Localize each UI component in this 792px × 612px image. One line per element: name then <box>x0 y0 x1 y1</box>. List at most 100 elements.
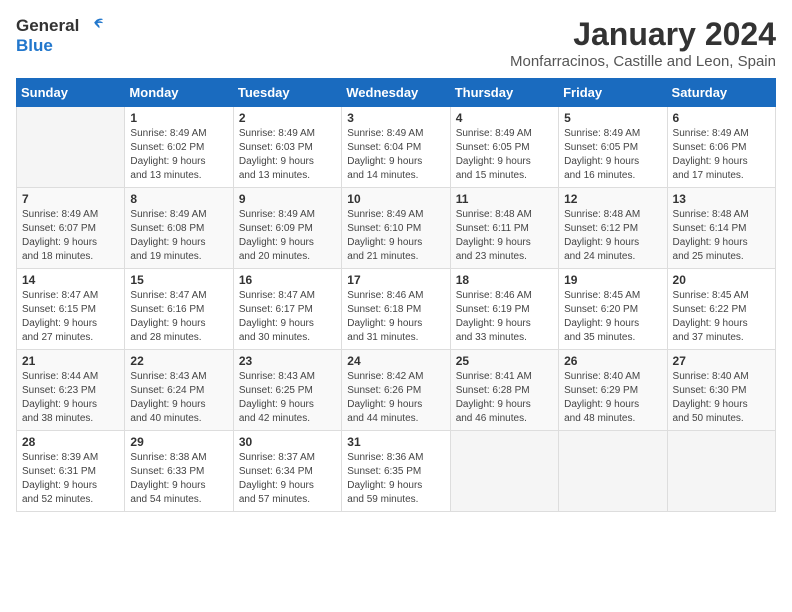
day-info: Sunrise: 8:49 AMSunset: 6:08 PMDaylight:… <box>130 208 227 264</box>
logo-bird-icon <box>81 17 103 35</box>
day-info: Sunrise: 8:46 AMSunset: 6:19 PMDaylight:… <box>456 289 553 345</box>
week-row-1: 1 Sunrise: 8:49 AMSunset: 6:02 PMDaylight… <box>17 107 776 188</box>
calendar-cell: 27 Sunrise: 8:40 AMSunset: 6:30 PMDayligh… <box>667 350 775 431</box>
logo-general: General <box>16 16 79 36</box>
calendar-cell: 26 Sunrise: 8:40 AMSunset: 6:29 PMDayligh… <box>559 350 667 431</box>
day-number: 9 <box>239 192 336 206</box>
day-info: Sunrise: 8:40 AMSunset: 6:29 PMDaylight:… <box>564 370 661 426</box>
day-info: Sunrise: 8:49 AMSunset: 6:06 PMDaylight:… <box>673 127 770 183</box>
calendar-cell: 23 Sunrise: 8:43 AMSunset: 6:25 PMDayligh… <box>233 350 341 431</box>
day-info: Sunrise: 8:48 AMSunset: 6:11 PMDaylight:… <box>456 208 553 264</box>
calendar-cell: 11 Sunrise: 8:48 AMSunset: 6:11 PMDayligh… <box>450 188 558 269</box>
logo: General Blue <box>16 16 103 56</box>
day-number: 10 <box>347 192 444 206</box>
day-info: Sunrise: 8:49 AMSunset: 6:07 PMDaylight:… <box>22 208 119 264</box>
calendar-cell: 22 Sunrise: 8:43 AMSunset: 6:24 PMDayligh… <box>125 350 233 431</box>
weekday-header-friday: Friday <box>559 79 667 107</box>
week-row-2: 7 Sunrise: 8:49 AMSunset: 6:07 PMDaylight… <box>17 188 776 269</box>
day-number: 14 <box>22 273 119 287</box>
title-area: January 2024 Monfarracinos, Castille and… <box>510 16 776 70</box>
day-info: Sunrise: 8:43 AMSunset: 6:25 PMDaylight:… <box>239 370 336 426</box>
day-info: Sunrise: 8:47 AMSunset: 6:17 PMDaylight:… <box>239 289 336 345</box>
calendar-cell: 25 Sunrise: 8:41 AMSunset: 6:28 PMDayligh… <box>450 350 558 431</box>
day-number: 15 <box>130 273 227 287</box>
calendar-cell: 15 Sunrise: 8:47 AMSunset: 6:16 PMDayligh… <box>125 269 233 350</box>
weekday-header-tuesday: Tuesday <box>233 79 341 107</box>
day-number: 22 <box>130 354 227 368</box>
day-info: Sunrise: 8:44 AMSunset: 6:23 PMDaylight:… <box>22 370 119 426</box>
day-info: Sunrise: 8:45 AMSunset: 6:20 PMDaylight:… <box>564 289 661 345</box>
calendar-cell: 12 Sunrise: 8:48 AMSunset: 6:12 PMDayligh… <box>559 188 667 269</box>
day-info: Sunrise: 8:47 AMSunset: 6:15 PMDaylight:… <box>22 289 119 345</box>
day-info: Sunrise: 8:40 AMSunset: 6:30 PMDaylight:… <box>673 370 770 426</box>
day-number: 16 <box>239 273 336 287</box>
weekday-header-row: SundayMondayTuesdayWednesdayThursdayFrid… <box>17 79 776 107</box>
calendar-cell: 13 Sunrise: 8:48 AMSunset: 6:14 PMDayligh… <box>667 188 775 269</box>
calendar-table: SundayMondayTuesdayWednesdayThursdayFrid… <box>16 78 776 512</box>
calendar-cell <box>450 431 558 512</box>
day-number: 3 <box>347 111 444 125</box>
weekday-header-monday: Monday <box>125 79 233 107</box>
day-info: Sunrise: 8:36 AMSunset: 6:35 PMDaylight:… <box>347 451 444 507</box>
day-number: 5 <box>564 111 661 125</box>
calendar-cell: 2Sunrise: 8:49 AMSunset: 6:03 PMDaylight… <box>233 107 341 188</box>
day-info: Sunrise: 8:46 AMSunset: 6:18 PMDaylight:… <box>347 289 444 345</box>
day-number: 27 <box>673 354 770 368</box>
day-info: Sunrise: 8:43 AMSunset: 6:24 PMDaylight:… <box>130 370 227 426</box>
day-number: 28 <box>22 435 119 449</box>
day-number: 17 <box>347 273 444 287</box>
week-row-5: 28Sunrise: 8:39 AMSunset: 6:31 PMDayligh… <box>17 431 776 512</box>
day-info: Sunrise: 8:41 AMSunset: 6:28 PMDaylight:… <box>456 370 553 426</box>
day-number: 29 <box>130 435 227 449</box>
calendar-cell: 21 Sunrise: 8:44 AMSunset: 6:23 PMDayligh… <box>17 350 125 431</box>
day-info: Sunrise: 8:49 AMSunset: 6:04 PMDaylight:… <box>347 127 444 183</box>
day-number: 6 <box>673 111 770 125</box>
day-info: Sunrise: 8:45 AMSunset: 6:22 PMDaylight:… <box>673 289 770 345</box>
day-number: 25 <box>456 354 553 368</box>
day-number: 26 <box>564 354 661 368</box>
day-number: 24 <box>347 354 444 368</box>
day-number: 11 <box>456 192 553 206</box>
calendar-cell: 16 Sunrise: 8:47 AMSunset: 6:17 PMDayligh… <box>233 269 341 350</box>
day-info: Sunrise: 8:49 AMSunset: 6:05 PMDaylight:… <box>456 127 553 183</box>
page-header: General Blue January 2024 Monfarracinos,… <box>16 16 776 70</box>
calendar-cell: 14 Sunrise: 8:47 AMSunset: 6:15 PMDayligh… <box>17 269 125 350</box>
calendar-cell: 5 Sunrise: 8:49 AMSunset: 6:05 PMDaylight… <box>559 107 667 188</box>
logo-blue: Blue <box>16 36 53 56</box>
day-number: 31 <box>347 435 444 449</box>
calendar-cell: 31 Sunrise: 8:36 AMSunset: 6:35 PMDayligh… <box>342 431 450 512</box>
day-number: 8 <box>130 192 227 206</box>
calendar-cell: 1 Sunrise: 8:49 AMSunset: 6:02 PMDaylight… <box>125 107 233 188</box>
calendar-cell <box>559 431 667 512</box>
day-number: 7 <box>22 192 119 206</box>
day-info: Sunrise: 8:49 AMSunset: 6:05 PMDaylight:… <box>564 127 661 183</box>
calendar-cell <box>17 107 125 188</box>
day-info: Sunrise: 8:38 AMSunset: 6:33 PMDaylight:… <box>130 451 227 507</box>
calendar-cell: 28Sunrise: 8:39 AMSunset: 6:31 PMDayligh… <box>17 431 125 512</box>
location-title: Monfarracinos, Castille and Leon, Spain <box>510 53 776 70</box>
day-number: 21 <box>22 354 119 368</box>
day-info: Sunrise: 8:48 AMSunset: 6:12 PMDaylight:… <box>564 208 661 264</box>
day-number: 23 <box>239 354 336 368</box>
calendar-cell: 6 Sunrise: 8:49 AMSunset: 6:06 PMDaylight… <box>667 107 775 188</box>
weekday-header-sunday: Sunday <box>17 79 125 107</box>
calendar-cell <box>667 431 775 512</box>
month-title: January 2024 <box>510 16 776 53</box>
day-info: Sunrise: 8:42 AMSunset: 6:26 PMDaylight:… <box>347 370 444 426</box>
week-row-4: 21 Sunrise: 8:44 AMSunset: 6:23 PMDayligh… <box>17 350 776 431</box>
day-number: 12 <box>564 192 661 206</box>
day-number: 13 <box>673 192 770 206</box>
calendar-cell: 30Sunrise: 8:37 AMSunset: 6:34 PMDayligh… <box>233 431 341 512</box>
calendar-cell: 29 Sunrise: 8:38 AMSunset: 6:33 PMDayligh… <box>125 431 233 512</box>
day-info: Sunrise: 8:48 AMSunset: 6:14 PMDaylight:… <box>673 208 770 264</box>
day-number: 20 <box>673 273 770 287</box>
day-info: Sunrise: 8:49 AMSunset: 6:09 PMDaylight:… <box>239 208 336 264</box>
day-info: Sunrise: 8:49 AMSunset: 6:02 PMDaylight:… <box>130 127 227 183</box>
day-number: 18 <box>456 273 553 287</box>
calendar-cell: 4Sunrise: 8:49 AMSunset: 6:05 PMDaylight… <box>450 107 558 188</box>
day-number: 1 <box>130 111 227 125</box>
day-info: Sunrise: 8:47 AMSunset: 6:16 PMDaylight:… <box>130 289 227 345</box>
calendar-cell: 8 Sunrise: 8:49 AMSunset: 6:08 PMDaylight… <box>125 188 233 269</box>
week-row-3: 14 Sunrise: 8:47 AMSunset: 6:15 PMDayligh… <box>17 269 776 350</box>
day-info: Sunrise: 8:49 AMSunset: 6:10 PMDaylight:… <box>347 208 444 264</box>
